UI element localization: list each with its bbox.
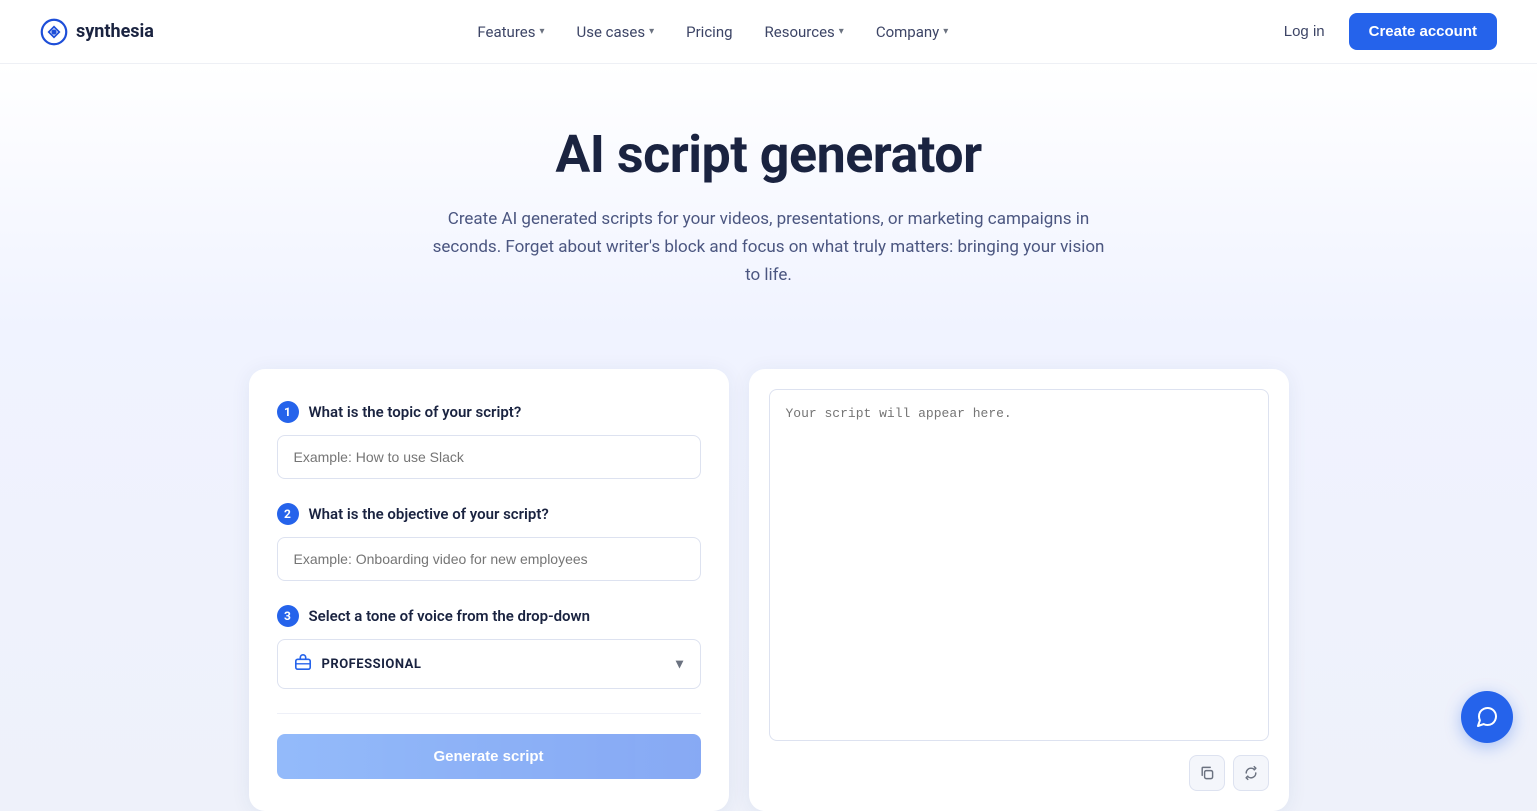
chat-icon xyxy=(1475,705,1499,729)
step1-title: What is the topic of your script? xyxy=(309,403,522,421)
step2-number: 2 xyxy=(277,503,299,525)
step3-number: 3 xyxy=(277,605,299,627)
logo-text: synthesia xyxy=(76,21,154,42)
logo-link[interactable]: synthesia xyxy=(40,18,154,46)
hero-description: Create AI generated scripts for your vid… xyxy=(429,205,1109,289)
nav-item-pricing[interactable]: Pricing xyxy=(672,15,746,49)
generate-button-wrap: Generate script xyxy=(277,734,701,779)
nav-link-features[interactable]: Features ▾ xyxy=(463,15,558,49)
chevron-down-icon: ▾ xyxy=(649,26,654,37)
create-account-button[interactable]: Create account xyxy=(1349,13,1497,50)
nav-link-resources[interactable]: Resources ▾ xyxy=(751,15,858,49)
nav-item-company[interactable]: Company ▾ xyxy=(862,15,962,49)
step1-number: 1 xyxy=(277,401,299,423)
step2-label: 2 What is the objective of your script? xyxy=(277,503,701,525)
copy-button[interactable] xyxy=(1189,755,1225,791)
chevron-down-icon: ▾ xyxy=(539,26,544,37)
form-divider xyxy=(277,713,701,714)
hero-section: AI script generator Create AI generated … xyxy=(0,64,1537,329)
step2-title: What is the objective of your script? xyxy=(309,505,549,523)
form-panel: 1 What is the topic of your script? 2 Wh… xyxy=(249,369,729,811)
regenerate-icon xyxy=(1243,765,1259,781)
main-content: 1 What is the topic of your script? 2 Wh… xyxy=(0,329,1537,811)
topic-input[interactable] xyxy=(277,435,701,479)
chevron-down-icon: ▾ xyxy=(839,26,844,37)
navbar: synthesia Features ▾ Use cases ▾ Pricing… xyxy=(0,0,1537,64)
step3-title: Select a tone of voice from the drop-dow… xyxy=(309,607,590,625)
nav-link-use-cases[interactable]: Use cases ▾ xyxy=(563,15,669,49)
form-step-3: 3 Select a tone of voice from the drop-d… xyxy=(277,605,701,689)
form-step-1: 1 What is the topic of your script? xyxy=(277,401,701,479)
output-panel xyxy=(749,369,1289,811)
synthesia-logo-icon xyxy=(40,18,68,46)
nav-item-use-cases[interactable]: Use cases ▾ xyxy=(563,15,669,49)
nav-link-pricing[interactable]: Pricing xyxy=(672,15,746,49)
nav-link-company[interactable]: Company ▾ xyxy=(862,15,962,49)
chat-bubble-button[interactable] xyxy=(1461,691,1513,743)
nav-links: Features ▾ Use cases ▾ Pricing Resources… xyxy=(463,15,962,49)
nav-item-features[interactable]: Features ▾ xyxy=(463,15,558,49)
script-output-textarea[interactable] xyxy=(769,389,1269,741)
suitcase-icon xyxy=(294,653,312,675)
generate-button[interactable]: Generate script xyxy=(277,734,701,779)
step1-label: 1 What is the topic of your script? xyxy=(277,401,701,423)
login-button[interactable]: Log in xyxy=(1272,15,1337,48)
dropdown-chevron-icon: ▾ xyxy=(676,656,684,672)
nav-actions: Log in Create account xyxy=(1272,13,1497,50)
regenerate-button[interactable] xyxy=(1233,755,1269,791)
copy-icon xyxy=(1199,765,1215,781)
objective-input[interactable] xyxy=(277,537,701,581)
chevron-down-icon: ▾ xyxy=(943,26,948,37)
form-step-2: 2 What is the objective of your script? xyxy=(277,503,701,581)
tone-dropdown[interactable]: PROFESSIONAL ▾ xyxy=(277,639,701,689)
nav-item-resources[interactable]: Resources ▾ xyxy=(751,15,858,49)
step3-label: 3 Select a tone of voice from the drop-d… xyxy=(277,605,701,627)
tool-container: 1 What is the topic of your script? 2 Wh… xyxy=(249,369,1289,811)
tone-value: PROFESSIONAL xyxy=(322,657,422,672)
hero-title: AI script generator xyxy=(20,124,1517,185)
output-actions xyxy=(1189,755,1269,791)
